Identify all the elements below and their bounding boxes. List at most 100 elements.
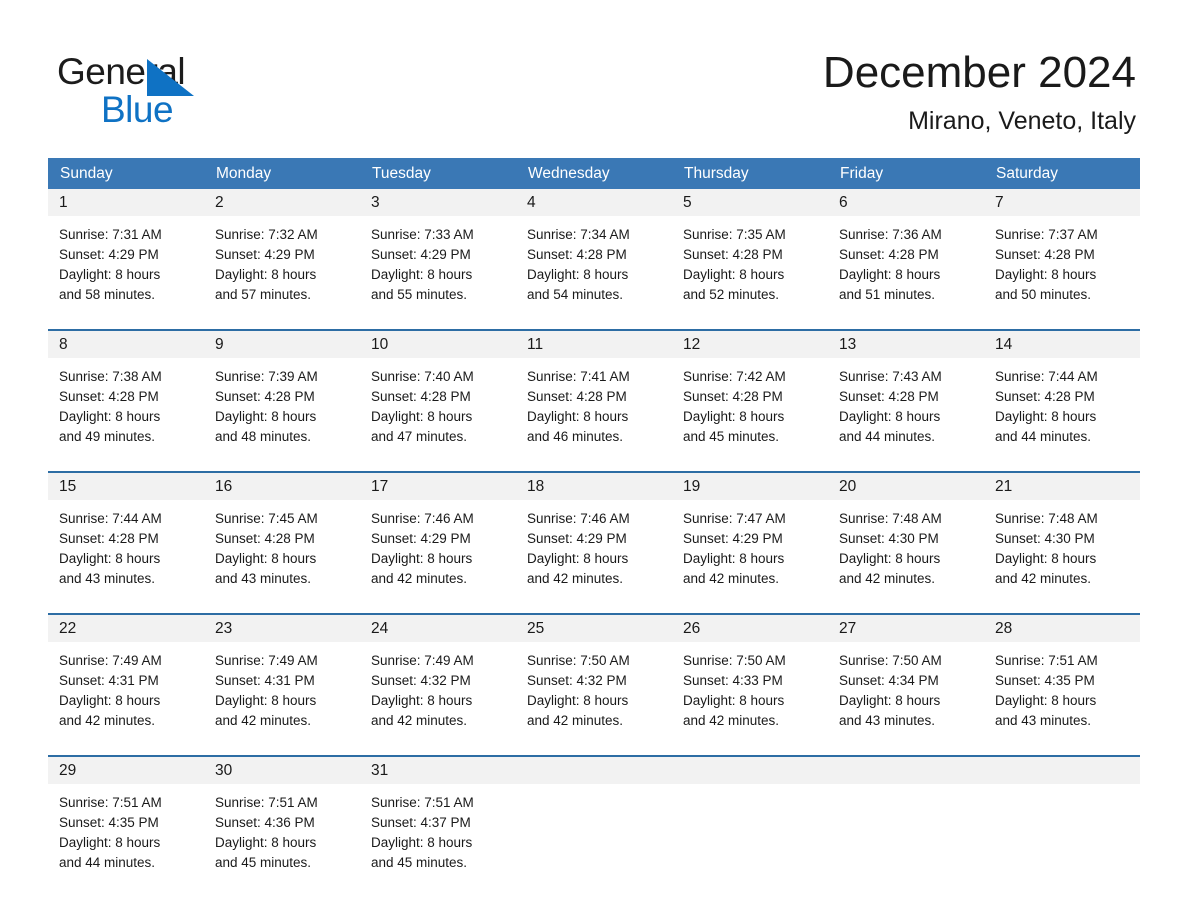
daylight-line-1: Daylight: 8 hours [371,693,473,708]
daylight-line-2: and 50 minutes. [995,287,1092,302]
day-cell[interactable]: 11 Sunrise: 7:41 AM Sunset: 4:28 PM Dayligh… [516,331,672,459]
sunrise-line: Sunrise: 7:51 AM [215,795,318,810]
sunrise-line: Sunrise: 7:44 AM [59,511,162,526]
sunrise-line: Sunrise: 7:38 AM [59,369,162,384]
daylight-line-1: Daylight: 8 hours [59,693,161,708]
page-header: General Blue December 2024 Mirano, Venet… [0,0,1188,155]
weekday-header-tuesday: Tuesday [372,164,431,182]
day-cell-empty [984,757,1140,885]
day-cell[interactable]: 26 Sunrise: 7:50 AM Sunset: 4:33 PM Dayligh… [672,615,828,743]
day-number-band: 10 [360,331,516,358]
sunset-line: Sunset: 4:32 PM [371,673,471,688]
weekday-header-wednesday: Wednesday [528,164,610,182]
day-number: 1 [59,193,68,211]
day-number: 27 [839,619,857,637]
day-number-band: 26 [672,615,828,642]
day-number: 13 [839,335,857,353]
day-cell[interactable]: 19 Sunrise: 7:47 AM Sunset: 4:29 PM Dayligh… [672,473,828,601]
day-cell[interactable]: 25 Sunrise: 7:50 AM Sunset: 4:32 PM Dayligh… [516,615,672,743]
day-cell[interactable]: 16 Sunrise: 7:45 AM Sunset: 4:28 PM Dayligh… [204,473,360,601]
day-number: 3 [371,193,380,211]
day-cell[interactable]: 15 Sunrise: 7:44 AM Sunset: 4:28 PM Dayligh… [48,473,204,601]
week-spacer [48,317,1140,329]
day-cell[interactable]: 24 Sunrise: 7:49 AM Sunset: 4:32 PM Dayligh… [360,615,516,743]
day-number: 8 [59,335,68,353]
calendar-grid: Sunday Monday Tuesday Wednesday Thursday Frid… [48,158,1140,885]
day-number-band [672,757,828,784]
day-cell[interactable]: 9 Sunrise: 7:39 AM Sunset: 4:28 PM Daylight… [204,331,360,459]
sunset-line: Sunset: 4:28 PM [371,389,471,404]
week-spacer [48,601,1140,613]
day-number: 5 [683,193,692,211]
sunset-line: Sunset: 4:28 PM [683,389,783,404]
day-number-band: 18 [516,473,672,500]
day-details: Sunrise: 7:48 AM Sunset: 4:30 PM Daylight:… [984,500,1140,601]
day-cell[interactable]: 8 Sunrise: 7:38 AM Sunset: 4:28 PM Daylight… [48,331,204,459]
week-row: 22 Sunrise: 7:49 AM Sunset: 4:31 PM Dayligh… [48,613,1140,743]
sunset-line: Sunset: 4:29 PM [59,247,159,262]
day-cell[interactable]: 18 Sunrise: 7:46 AM Sunset: 4:29 PM Dayligh… [516,473,672,601]
daylight-line-1: Daylight: 8 hours [215,835,317,850]
daylight-line-1: Daylight: 8 hours [371,409,473,424]
weekday-header-thursday: Thursday [684,164,749,182]
page-title: December 2024 [822,48,1136,97]
day-details: Sunrise: 7:35 AM Sunset: 4:28 PM Daylight:… [672,216,828,317]
day-details: Sunrise: 7:49 AM Sunset: 4:31 PM Daylight:… [204,642,360,743]
daylight-line-2: and 48 minutes. [215,429,312,444]
day-cell[interactable]: 3 Sunrise: 7:33 AM Sunset: 4:29 PM Daylight… [360,189,516,317]
day-number: 25 [527,619,545,637]
day-cell[interactable]: 6 Sunrise: 7:36 AM Sunset: 4:28 PM Daylight… [828,189,984,317]
sunrise-line: Sunrise: 7:46 AM [371,511,474,526]
daylight-line-2: and 55 minutes. [371,287,468,302]
sunset-line: Sunset: 4:28 PM [995,389,1095,404]
day-number: 9 [215,335,224,353]
day-cell[interactable]: 1 Sunrise: 7:31 AM Sunset: 4:29 PM Daylight… [48,189,204,317]
sunset-line: Sunset: 4:30 PM [839,531,939,546]
brand-logo[interactable]: General Blue [57,50,377,130]
day-number-band [828,757,984,784]
day-cell[interactable]: 30 Sunrise: 7:51 AM Sunset: 4:36 PM Dayligh… [204,757,360,885]
day-details: Sunrise: 7:38 AM Sunset: 4:28 PM Daylight:… [48,358,204,459]
day-cell[interactable]: 7 Sunrise: 7:37 AM Sunset: 4:28 PM Daylight… [984,189,1140,317]
sunset-line: Sunset: 4:34 PM [839,673,939,688]
day-cell[interactable]: 31 Sunrise: 7:51 AM Sunset: 4:37 PM Dayligh… [360,757,516,885]
day-cell-empty [516,757,672,885]
day-cell[interactable]: 17 Sunrise: 7:46 AM Sunset: 4:29 PM Dayligh… [360,473,516,601]
sunset-line: Sunset: 4:36 PM [215,815,315,830]
day-cell[interactable]: 5 Sunrise: 7:35 AM Sunset: 4:28 PM Daylight… [672,189,828,317]
daylight-line-1: Daylight: 8 hours [527,693,629,708]
sunrise-line: Sunrise: 7:51 AM [59,795,162,810]
day-details: Sunrise: 7:42 AM Sunset: 4:28 PM Daylight:… [672,358,828,459]
daylight-line-2: and 45 minutes. [683,429,780,444]
day-cell[interactable]: 10 Sunrise: 7:40 AM Sunset: 4:28 PM Dayligh… [360,331,516,459]
sunset-line: Sunset: 4:29 PM [371,247,471,262]
day-cell[interactable]: 28 Sunrise: 7:51 AM Sunset: 4:35 PM Dayligh… [984,615,1140,743]
week-row: 8 Sunrise: 7:38 AM Sunset: 4:28 PM Daylight… [48,329,1140,459]
day-cell[interactable]: 23 Sunrise: 7:49 AM Sunset: 4:31 PM Dayligh… [204,615,360,743]
day-cell[interactable]: 21 Sunrise: 7:48 AM Sunset: 4:30 PM Dayligh… [984,473,1140,601]
day-cell[interactable]: 2 Sunrise: 7:32 AM Sunset: 4:29 PM Daylight… [204,189,360,317]
day-cell[interactable]: 12 Sunrise: 7:42 AM Sunset: 4:28 PM Dayligh… [672,331,828,459]
day-number-band: 14 [984,331,1140,358]
day-number: 7 [995,193,1004,211]
day-cell[interactable]: 29 Sunrise: 7:51 AM Sunset: 4:35 PM Dayligh… [48,757,204,885]
weekday-header-monday: Monday [216,164,272,182]
sunrise-line: Sunrise: 7:35 AM [683,227,786,242]
day-cell[interactable]: 27 Sunrise: 7:50 AM Sunset: 4:34 PM Dayligh… [828,615,984,743]
day-cell[interactable]: 22 Sunrise: 7:49 AM Sunset: 4:31 PM Dayligh… [48,615,204,743]
sunrise-line: Sunrise: 7:47 AM [683,511,786,526]
day-number: 14 [995,335,1013,353]
day-cell[interactable]: 20 Sunrise: 7:48 AM Sunset: 4:30 PM Dayligh… [828,473,984,601]
sunset-line: Sunset: 4:28 PM [527,247,627,262]
day-details: Sunrise: 7:44 AM Sunset: 4:28 PM Daylight:… [48,500,204,601]
day-cell[interactable]: 13 Sunrise: 7:43 AM Sunset: 4:28 PM Dayligh… [828,331,984,459]
daylight-line-1: Daylight: 8 hours [527,409,629,424]
day-number-band: 3 [360,189,516,216]
day-number-band [516,757,672,784]
sunset-line: Sunset: 4:33 PM [683,673,783,688]
day-cell[interactable]: 4 Sunrise: 7:34 AM Sunset: 4:28 PM Daylight… [516,189,672,317]
day-number-band: 16 [204,473,360,500]
day-cell[interactable]: 14 Sunrise: 7:44 AM Sunset: 4:28 PM Dayligh… [984,331,1140,459]
sunset-line: Sunset: 4:35 PM [59,815,159,830]
sunrise-line: Sunrise: 7:41 AM [527,369,630,384]
